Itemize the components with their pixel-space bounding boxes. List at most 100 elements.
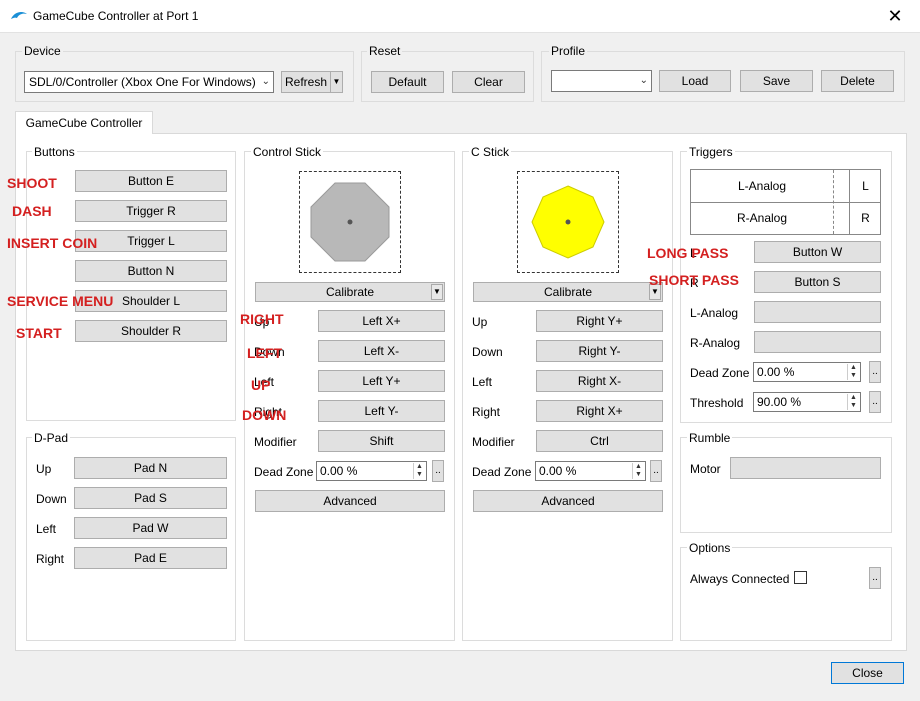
trigger-r-analog-button[interactable] <box>754 331 881 353</box>
device-selected: SDL/0/Controller (Xbox One For Windows) <box>29 75 256 89</box>
close-button[interactable]: Close <box>831 662 904 684</box>
c-stick-modifier-button[interactable]: Ctrl <box>536 430 663 452</box>
control-stick-left-button[interactable]: Left Y+ <box>318 370 445 392</box>
c-stick-label: C Stick <box>469 145 512 159</box>
close-icon[interactable]: ✕ <box>880 4 910 28</box>
triggers-group-label: Triggers <box>687 145 735 159</box>
control-stick-deadzone-field[interactable]: 0.00 % ▲ ▼ <box>316 461 427 481</box>
profile-group-label: Profile <box>549 44 588 58</box>
control-stick-deadzone-label: Dead Zone <box>254 465 314 479</box>
control-stick-calibrate-label: Calibrate <box>325 285 375 299</box>
options-group-label: Options <box>687 541 733 555</box>
triggers-threshold-field[interactable]: 90.00 % ▲ ▼ <box>753 392 861 412</box>
dpad-up-button[interactable]: Pad N <box>74 457 227 479</box>
c-stick-up-label: Up <box>472 315 488 329</box>
triggers-threshold-label: Threshold <box>690 396 744 410</box>
window-title: GameCube Controller at Port 1 <box>33 9 199 23</box>
chevron-down-icon[interactable]: ▼ <box>431 284 443 300</box>
control-stick-deadzone-more-button[interactable]: .. <box>432 460 444 482</box>
spin-arrows-icon[interactable]: ▲ ▼ <box>413 463 425 479</box>
triggers-table-dashed-divider <box>833 170 834 234</box>
c-stick-visual <box>517 171 619 273</box>
device-select[interactable]: SDL/0/Controller (Xbox One For Windows) … <box>24 71 274 93</box>
annotation-service-menu: SERVICE MENU <box>7 293 114 309</box>
control-stick-modifier-button[interactable]: Shift <box>318 430 445 452</box>
dpad-right-button[interactable]: Pad E <box>74 547 227 569</box>
chevron-down-icon: ⌄ <box>639 75 648 86</box>
c-stick-deadzone-more-button[interactable]: .. <box>650 460 662 482</box>
annotation-start: START <box>16 325 62 341</box>
rumble-motor-label: Motor <box>690 462 721 476</box>
c-stick-down-button[interactable]: Right Y- <box>536 340 663 362</box>
trigger-l-button[interactable]: Button W <box>754 241 881 263</box>
trigger-l-analog-name: L-Analog <box>737 179 787 193</box>
control-stick-advanced-button[interactable]: Advanced <box>255 490 445 512</box>
device-group-label: Device <box>22 44 63 58</box>
c-stick-advanced-button[interactable]: Advanced <box>473 490 663 512</box>
control-stick-right-button[interactable]: Left Y- <box>318 400 445 422</box>
clear-button[interactable]: Clear <box>452 71 525 93</box>
annotation-dash: DASH <box>12 203 52 219</box>
c-stick-up-button[interactable]: Right Y+ <box>536 310 663 332</box>
annotation-shoot: SHOOT <box>7 175 57 191</box>
spin-arrows-icon[interactable]: ▲ ▼ <box>632 463 644 479</box>
refresh-button[interactable]: Refresh <box>281 71 331 93</box>
refresh-dropdown-button[interactable]: ▼ <box>330 71 343 93</box>
reset-group-label: Reset <box>367 44 403 58</box>
trigger-r-analog-name: R-Analog <box>736 211 788 225</box>
control-stick-calibrate-button[interactable]: Calibrate ▼ <box>255 282 445 302</box>
annotation-short-pass: SHORT PASS <box>649 272 739 288</box>
dpad-down-label: Down <box>36 492 67 506</box>
triggers-deadzone-field[interactable]: 0.00 % ▲ ▼ <box>753 362 861 382</box>
options-more-button[interactable]: .. <box>869 567 881 589</box>
options-group <box>680 547 892 641</box>
triggers-deadzone-more-button[interactable]: .. <box>869 361 881 383</box>
rumble-group-label: Rumble <box>687 431 733 445</box>
control-stick-down-button[interactable]: Left X- <box>318 340 445 362</box>
triggers-threshold-more-button[interactable]: .. <box>869 391 881 413</box>
trigger-l-analog-label: L-Analog <box>690 306 739 320</box>
c-stick-octagon <box>531 185 605 259</box>
button-mapping-a[interactable]: Button E <box>75 170 227 192</box>
dpad-down-button[interactable]: Pad S <box>74 487 227 509</box>
spin-arrows-icon[interactable]: ▲ ▼ <box>847 394 859 410</box>
control-stick-up-button[interactable]: Left X+ <box>318 310 445 332</box>
button-mapping-start[interactable]: Shoulder R <box>75 320 227 342</box>
save-button[interactable]: Save <box>740 70 813 92</box>
title-bar: GameCube Controller at Port 1 ✕ <box>0 0 920 33</box>
c-stick-right-button[interactable]: Right X+ <box>536 400 663 422</box>
trigger-r-button[interactable]: Button S <box>754 271 881 293</box>
triggers-deadzone-value: 0.00 % <box>757 365 795 379</box>
tab-gamecube-controller[interactable]: GameCube Controller <box>15 111 153 134</box>
button-mapping-b[interactable]: Trigger R <box>75 200 227 222</box>
c-stick-deadzone-value: 0.00 % <box>539 464 577 478</box>
dpad-group-label: D-Pad <box>32 431 71 445</box>
trigger-l-key: L <box>862 179 869 193</box>
delete-button[interactable]: Delete <box>821 70 894 92</box>
default-button[interactable]: Default <box>371 71 444 93</box>
c-stick-deadzone-field[interactable]: 0.00 % ▲ ▼ <box>535 461 646 481</box>
rumble-motor-button[interactable] <box>730 457 881 479</box>
spin-arrows-icon[interactable]: ▲ ▼ <box>847 364 859 380</box>
c-stick-left-label: Left <box>472 375 493 389</box>
triggers-threshold-value: 90.00 % <box>757 395 802 409</box>
dpad-left-label: Left <box>36 522 57 536</box>
trigger-l-analog-button[interactable] <box>754 301 881 323</box>
dpad-right-label: Right <box>36 552 65 566</box>
button-mapping-y[interactable]: Button N <box>75 260 227 282</box>
annotation-insert-coin: INSERT COIN <box>7 235 98 251</box>
c-stick-calibrate-label: Calibrate <box>543 285 593 299</box>
load-button[interactable]: Load <box>659 70 731 92</box>
dpad-left-button[interactable]: Pad W <box>74 517 227 539</box>
c-stick-calibrate-button[interactable]: Calibrate ▼ <box>473 282 663 302</box>
c-stick-right-label: Right <box>472 405 501 419</box>
buttons-group-label: Buttons <box>32 145 77 159</box>
always-connected-checkbox[interactable] <box>794 571 807 584</box>
annotation-left: LEFT <box>247 345 282 361</box>
c-stick-modifier-label: Modifier <box>472 435 515 449</box>
button-mapping-x[interactable]: Trigger L <box>75 230 227 252</box>
c-stick-left-button[interactable]: Right X- <box>536 370 663 392</box>
dpad-up-label: Up <box>36 462 52 476</box>
trigger-r-key: R <box>861 211 870 225</box>
profile-select[interactable]: ⌄ <box>551 70 652 92</box>
